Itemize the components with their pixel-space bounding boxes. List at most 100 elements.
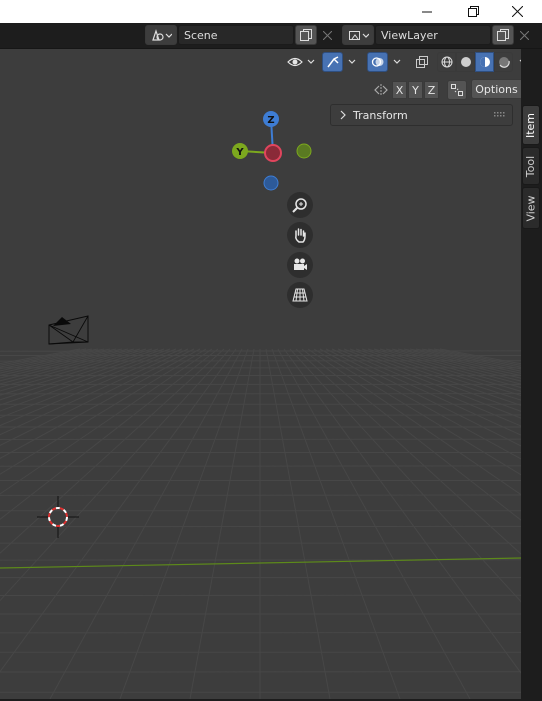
mirror-icon <box>374 84 388 96</box>
pan-button[interactable] <box>287 222 313 248</box>
options-label: Options <box>475 82 518 96</box>
restore-icon <box>467 6 479 17</box>
duplicate-icon <box>497 29 509 41</box>
grid-line <box>0 348 189 436</box>
grid-line <box>385 348 521 385</box>
shading-solid-button[interactable] <box>456 52 475 72</box>
grid-line <box>409 348 521 374</box>
shading-material-button[interactable] <box>475 52 494 72</box>
grid-line <box>349 348 521 412</box>
overlays-dropdown[interactable] <box>388 52 405 72</box>
new-viewlayer-button[interactable] <box>492 25 514 45</box>
grid-perspective-icon <box>292 288 308 302</box>
eye-icon <box>287 57 315 67</box>
gizmo-toggle-button[interactable] <box>322 52 343 72</box>
duplicate-icon <box>300 29 312 41</box>
gizmo-x-axis[interactable] <box>264 144 282 162</box>
scene-data-icon <box>152 29 172 41</box>
grid-line <box>0 348 195 447</box>
sidebar-tab-strip: Item Tool View <box>521 49 542 699</box>
xray-toggle-button[interactable] <box>412 52 432 72</box>
zoom-icon <box>292 198 307 213</box>
minimize-icon <box>422 11 432 12</box>
camera-view-button[interactable] <box>287 252 313 278</box>
minimize-button[interactable] <box>404 0 450 23</box>
viewlayer-browse-button[interactable] <box>342 25 374 45</box>
gizmo-z-label: Z <box>267 115 274 126</box>
tab-tool-label: Tool <box>524 155 538 177</box>
3d-viewport[interactable]: Z Y <box>0 49 521 699</box>
shading-wireframe-button[interactable] <box>437 52 456 72</box>
tab-view-label: View <box>524 194 538 222</box>
axis-y-button[interactable]: Y <box>408 81 423 99</box>
gizmo-neg-z-axis[interactable] <box>263 175 279 191</box>
auto-merge-icon <box>451 84 463 96</box>
tab-item-label: Item <box>524 112 538 138</box>
tab-item[interactable]: Item <box>522 105 540 145</box>
gizmo-dropdown[interactable] <box>343 52 360 72</box>
zoom-button[interactable] <box>287 192 313 218</box>
transform-panel-header[interactable]: Transform <box>330 104 513 126</box>
camera-icon <box>294 258 307 270</box>
solid-sphere-icon <box>460 57 471 67</box>
grid-line <box>0 348 225 554</box>
chevron-down-icon <box>348 59 355 64</box>
grid-line <box>307 348 521 496</box>
grid-line <box>0 348 201 459</box>
grid-line <box>319 348 521 460</box>
grid-line <box>421 348 521 370</box>
material-sphere-icon <box>479 57 490 67</box>
scene-browse-button[interactable] <box>145 25 177 45</box>
top-header: Scene ViewLayer <box>0 23 542 49</box>
grid-line <box>295 348 521 555</box>
grid-line <box>283 348 521 674</box>
transform-panel-label: Transform <box>353 108 408 122</box>
close-icon <box>322 30 332 40</box>
wireframe-sphere-icon <box>441 56 452 68</box>
gizmo-neg-y-axis[interactable] <box>296 143 312 159</box>
axis-z-button[interactable]: Z <box>424 81 439 99</box>
close-icon <box>519 30 529 40</box>
new-scene-button[interactable] <box>295 25 317 45</box>
viewlayer-name-field[interactable]: ViewLayer <box>375 25 491 45</box>
scene-name-field[interactable]: Scene <box>178 25 294 45</box>
close-window-button[interactable] <box>494 0 540 23</box>
gizmo-y-label: Y <box>235 147 244 158</box>
chevron-right-icon <box>340 110 346 120</box>
tab-view[interactable]: View <box>522 187 540 229</box>
restore-button[interactable] <box>450 0 496 23</box>
grid-line <box>271 348 401 699</box>
grid-line <box>277 348 471 699</box>
render-layers-icon <box>349 31 369 40</box>
perspective-toggle-button[interactable] <box>287 282 313 308</box>
window-titlebar <box>0 0 542 23</box>
3d-cursor[interactable] <box>35 494 81 540</box>
camera-object[interactable] <box>45 312 95 352</box>
auto-merge-button[interactable] <box>447 80 467 100</box>
delete-scene-button[interactable] <box>318 25 336 45</box>
grid-line <box>367 348 521 397</box>
hand-icon <box>295 228 306 243</box>
grid-line <box>0 348 171 412</box>
rendered-sphere-icon <box>498 57 510 68</box>
navigation-gizmo[interactable]: Z Y <box>226 107 316 197</box>
delete-viewlayer-button[interactable] <box>515 25 533 45</box>
axis-x-button[interactable]: X <box>392 81 407 99</box>
tab-tool[interactable]: Tool <box>522 147 540 185</box>
chevron-down-icon <box>393 59 400 64</box>
shading-rendered-button[interactable] <box>494 52 513 72</box>
grid-line <box>289 348 521 603</box>
overlays-icon <box>371 57 383 67</box>
grid-line <box>427 348 521 368</box>
mirror-toggle[interactable] <box>372 81 390 99</box>
close-icon <box>511 6 523 17</box>
grid-line <box>119 348 249 699</box>
drag-handle-icon[interactable] <box>494 112 506 118</box>
grid-line <box>325 348 521 447</box>
gizmo-icon <box>326 56 339 68</box>
grid-line <box>189 348 255 699</box>
visibility-dropdown[interactable] <box>285 52 317 72</box>
overlays-toggle-button[interactable] <box>367 52 388 72</box>
grid-line <box>265 348 331 699</box>
grid-line <box>313 348 521 476</box>
